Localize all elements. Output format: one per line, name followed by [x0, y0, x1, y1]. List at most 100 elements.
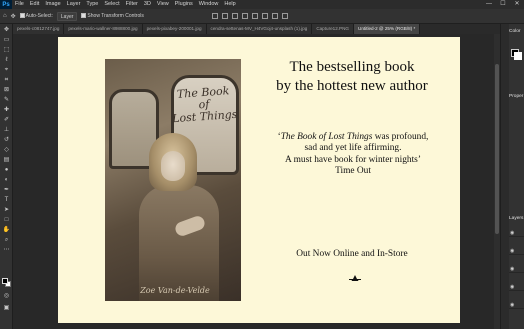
- canvas-area[interactable]: The Book of Lost Things Zoe Van-de-Velde…: [13, 34, 500, 329]
- screen-mode-icon[interactable]: ▣: [2, 304, 11, 312]
- color-panel-title[interactable]: Color: [509, 29, 520, 34]
- auto-select-checkbox[interactable]: Auto-Select:: [19, 13, 53, 19]
- menu-view[interactable]: View: [154, 0, 172, 9]
- menu-window[interactable]: Window: [196, 0, 222, 9]
- align-middle-icon[interactable]: [251, 13, 258, 19]
- menu-bar: Ps File Edit Image Layer Type Select Fil…: [0, 0, 524, 9]
- stamp-tool-icon[interactable]: ⊥: [2, 126, 11, 134]
- pen-tool-icon[interactable]: ✒: [2, 186, 11, 194]
- hand-tool-icon[interactable]: ✋: [2, 226, 11, 234]
- distribute-icon[interactable]: [271, 13, 278, 19]
- gradient-tool-icon[interactable]: ▤: [2, 156, 11, 164]
- layer-row[interactable]: ◉: [509, 300, 524, 309]
- shape-tool-icon[interactable]: □: [2, 216, 11, 224]
- menu-type[interactable]: Type: [83, 0, 101, 9]
- tab-capture12[interactable]: Capture12.PNG: [312, 24, 354, 34]
- align-left-icon[interactable]: [211, 13, 218, 19]
- frame-tool-icon[interactable]: ⊠: [2, 86, 11, 94]
- options-bar: ⌂ ✥ Auto-Select: Layer Show Transform Co…: [0, 9, 524, 24]
- eye-icon[interactable]: ◉: [510, 302, 514, 308]
- layer-row[interactable]: ◉: [509, 264, 524, 273]
- move-tool-icon[interactable]: ✥: [2, 26, 11, 34]
- color-swatches[interactable]: [2, 278, 11, 288]
- more-tools-icon[interactable]: ⋯: [2, 246, 11, 254]
- menu-file[interactable]: File: [12, 0, 27, 9]
- align-right-icon[interactable]: [231, 13, 238, 19]
- menu-edit[interactable]: Edit: [27, 0, 42, 9]
- foreground-color-swatch[interactable]: [2, 278, 8, 284]
- brush-tool-icon[interactable]: ✐: [2, 116, 11, 124]
- dodge-tool-icon[interactable]: ◐: [2, 176, 11, 184]
- history-brush-tool-icon[interactable]: ↺: [2, 136, 11, 144]
- lasso-tool-icon[interactable]: ℓ: [2, 56, 11, 64]
- eye-icon[interactable]: ◉: [510, 248, 514, 254]
- publisher-logo: [349, 275, 361, 281]
- align-center-icon[interactable]: [221, 13, 228, 19]
- layers-panel-title[interactable]: Layers: [509, 216, 523, 221]
- menu-layer[interactable]: Layer: [64, 0, 84, 9]
- layer-row[interactable]: ◉: [509, 228, 524, 237]
- crop-tool-icon[interactable]: ⌗: [2, 76, 11, 84]
- tab-pexels-mario-wallner[interactable]: pexels-mario-wallner-8988800.jpg: [64, 24, 143, 34]
- quote-line-1-rest: was profound,: [372, 132, 429, 142]
- review-quote[interactable]: ‘The Book of Lost Things was profound, s…: [248, 132, 458, 177]
- menu-help[interactable]: Help: [221, 0, 238, 9]
- book-cover-image[interactable]: The Book of Lost Things Zoe Van-de-Velde: [105, 59, 241, 301]
- menu-filter[interactable]: Filter: [123, 0, 141, 9]
- eraser-tool-icon[interactable]: ◇: [2, 146, 11, 154]
- eye-icon[interactable]: ◉: [510, 266, 514, 272]
- eye-icon[interactable]: ◉: [510, 284, 514, 290]
- quote-line-3: A must have book for winter nights’: [285, 154, 421, 165]
- align-top-icon[interactable]: [241, 13, 248, 19]
- menu-image[interactable]: Image: [42, 0, 63, 9]
- eyedropper-tool-icon[interactable]: ✎: [2, 96, 11, 104]
- tools-panel: ✥ ▭ ⬚ ℓ ⌖ ⌗ ⊠ ✎ ✚ ✐ ⊥ ↺ ◇ ▤ ● ◐ ✒ T ➤ □ …: [0, 24, 13, 329]
- checkbox-checked-icon: [81, 13, 87, 19]
- menu-3d[interactable]: 3D: [141, 0, 154, 9]
- align-bottom-icon[interactable]: [261, 13, 268, 19]
- layer-row[interactable]: ◉: [509, 282, 524, 291]
- more-options-icon[interactable]: [281, 13, 288, 19]
- ad-headline[interactable]: The bestselling book by the hottest new …: [244, 58, 460, 96]
- close-window-button[interactable]: ✕: [510, 0, 524, 9]
- spot-heal-tool-icon[interactable]: ✚: [2, 106, 11, 114]
- properties-panel-title[interactable]: Proper: [509, 94, 523, 99]
- menu-plugins[interactable]: Plugins: [172, 0, 196, 9]
- menu-select[interactable]: Select: [101, 0, 122, 9]
- path-select-tool-icon[interactable]: ➤: [2, 206, 11, 214]
- face-shape: [161, 151, 185, 181]
- tab-untitled-2[interactable]: Untitled-2 @ 25% (RGB/8) *: [354, 24, 421, 34]
- auto-select-dropdown[interactable]: Layer: [56, 11, 78, 21]
- minimize-button[interactable]: —: [482, 0, 496, 9]
- auto-select-label: Auto-Select:: [25, 13, 53, 19]
- show-transform-label: Show Transform Controls: [87, 13, 144, 19]
- quote-source: Time Out: [335, 165, 371, 176]
- marquee-tool-icon[interactable]: ⬚: [2, 46, 11, 54]
- maximize-button[interactable]: ☐: [496, 0, 510, 9]
- type-tool-icon[interactable]: T: [2, 196, 11, 204]
- panel-icon-strip: [501, 24, 509, 329]
- document-canvas[interactable]: The Book of Lost Things Zoe Van-de-Velde…: [58, 37, 460, 323]
- zoom-tool-icon[interactable]: ⌕: [2, 236, 11, 244]
- show-transform-checkbox[interactable]: Show Transform Controls: [81, 13, 144, 19]
- book-cover-title: The Book of Lost Things: [170, 84, 238, 126]
- blur-tool-icon[interactable]: ●: [2, 166, 11, 174]
- tab-cendra-settenas[interactable]: cendra-settenas-MV_H4VGoj4-unsplash (1).…: [206, 24, 313, 34]
- tab-pexels-pixabey[interactable]: pexels-pixabey-200001.jpg: [142, 24, 207, 34]
- move-tool-preset-icon[interactable]: ✥: [11, 13, 16, 20]
- quote-book-title: The Book of Lost Things: [280, 132, 373, 142]
- object-select-tool-icon[interactable]: ⌖: [2, 66, 11, 74]
- headline-line-2: by the hottest new author: [276, 78, 428, 94]
- eye-icon[interactable]: ◉: [510, 230, 514, 236]
- quick-mask-icon[interactable]: ◎: [2, 292, 11, 300]
- tab-pexels-c0812747[interactable]: pexels-c0812747.jpg: [13, 24, 65, 34]
- checkbox-checked-icon: [19, 13, 25, 19]
- artboard-tool-icon[interactable]: ▭: [2, 36, 11, 44]
- color-panel-background[interactable]: [514, 52, 522, 60]
- home-icon[interactable]: ⌂: [3, 13, 7, 19]
- availability-text[interactable]: Out Now Online and In-Store: [244, 249, 460, 259]
- document-tabs: pexels-c0812747.jpg pexels-mario-wallner…: [13, 24, 500, 34]
- headline-line-1: The bestselling book: [289, 59, 415, 75]
- scrollbar-thumb[interactable]: [495, 64, 499, 234]
- layer-row[interactable]: ◉: [509, 246, 524, 255]
